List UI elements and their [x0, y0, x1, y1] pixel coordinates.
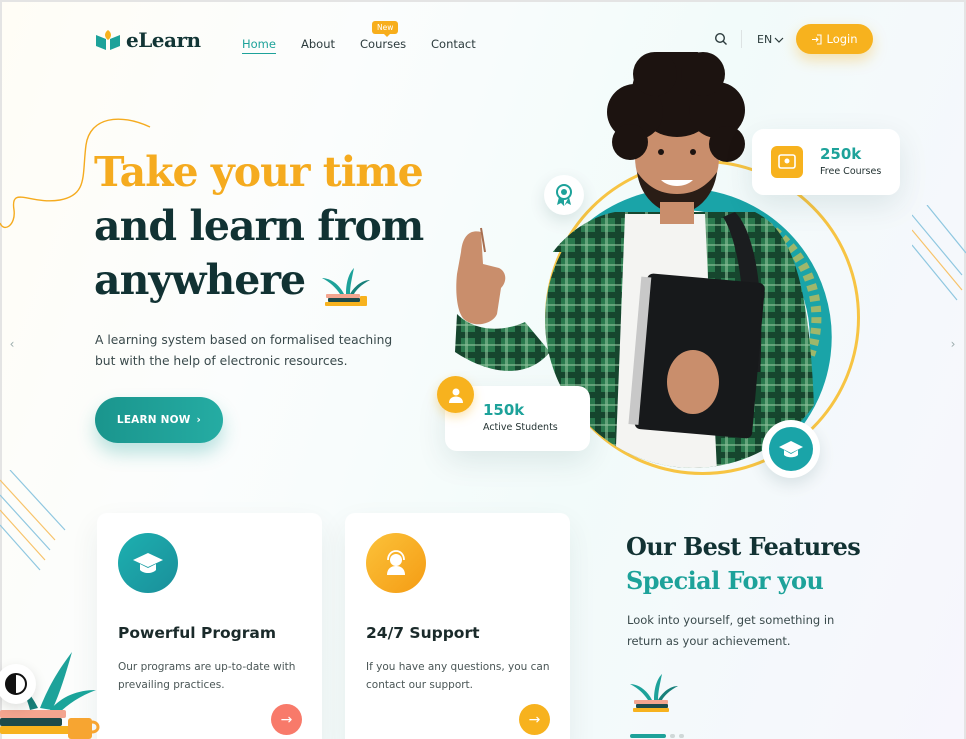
active-students-label: Active Students — [483, 422, 558, 433]
learn-now-label: LEARN NOW — [116, 414, 191, 426]
features-heading-line1: Our Best Features — [626, 532, 861, 561]
hero-description: A learning system based on formalised te… — [95, 333, 393, 368]
arrow-right-icon: → — [280, 711, 293, 728]
brand-logo[interactable]: eLearn — [94, 28, 201, 52]
language-selector[interactable]: EN — [757, 33, 784, 46]
search-button[interactable] — [713, 31, 729, 47]
nav-about[interactable]: About — [301, 37, 335, 51]
features-heading-line2: Special For you — [626, 566, 824, 595]
graduation-cap-icon — [779, 441, 803, 458]
hero-title-line1: Take your time — [94, 148, 424, 196]
support-agent-icon — [366, 533, 426, 593]
plant-books-icon — [322, 268, 370, 306]
carousel-dot[interactable] — [679, 734, 684, 738]
feature-card-arrow-button[interactable]: → — [271, 704, 302, 735]
free-courses-count: 250k — [820, 145, 862, 163]
hero-title-line3: anywhere — [94, 256, 306, 304]
login-icon — [812, 33, 823, 45]
hero-title: Take your time and learn from anywhere — [94, 145, 424, 307]
feature-card-description: If you have any questions, you can conta… — [366, 661, 550, 691]
award-ribbon-icon — [556, 184, 572, 206]
arrow-right-icon: → — [528, 711, 541, 728]
chevron-right-icon: › — [196, 414, 202, 426]
language-label: EN — [757, 33, 773, 46]
active-students-count: 150k — [483, 401, 525, 419]
nav-contact[interactable]: Contact — [431, 37, 476, 51]
plant-books-icon — [630, 674, 678, 712]
carousel-dot-active[interactable] — [630, 734, 666, 738]
nav-home[interactable]: Home — [242, 37, 276, 54]
header-divider — [741, 30, 742, 48]
chevron-right-icon: › — [950, 337, 956, 351]
slider-next-button[interactable]: › — [945, 336, 961, 352]
free-courses-card: 250k Free Courses — [752, 129, 900, 195]
student-avatar-icon — [437, 376, 474, 413]
feature-card-arrow-button[interactable]: → — [519, 704, 550, 735]
chevron-left-icon: ‹ — [9, 337, 15, 351]
features-heading: Our Best Features Special For you — [626, 530, 861, 598]
free-courses-label: Free Courses — [820, 166, 882, 177]
carousel-dots — [630, 734, 684, 738]
carousel-dot[interactable] — [670, 734, 675, 738]
graduation-badge — [762, 420, 820, 478]
hero-title-line2: and learn from — [94, 202, 424, 250]
nav-courses[interactable]: Courses — [360, 37, 406, 51]
book-leaf-icon — [96, 30, 120, 50]
chevron-down-icon — [774, 37, 784, 43]
feature-card-title: 24/7 Support — [366, 624, 480, 642]
award-badge — [544, 175, 584, 215]
login-button[interactable]: Login — [796, 24, 873, 54]
slider-prev-button[interactable]: ‹ — [4, 336, 20, 352]
decorative-stripes-left — [0, 470, 66, 571]
feature-card-description: Our programs are up-to-date with prevail… — [118, 661, 296, 691]
feature-card-support[interactable]: 24/7 Support If you have any questions, … — [345, 513, 570, 739]
feature-card-title: Powerful Program — [118, 624, 276, 642]
search-icon — [714, 32, 727, 45]
contrast-icon — [5, 673, 27, 695]
learn-now-button[interactable]: LEARN NOW › — [95, 397, 223, 443]
login-label: Login — [826, 32, 858, 46]
brand-name: eLearn — [126, 28, 201, 52]
feature-card-program[interactable]: Powerful Program Our programs are up-to-… — [97, 513, 322, 739]
features-description: Look into yourself, get something in ret… — [627, 613, 835, 648]
decorative-stripes-right — [912, 205, 966, 301]
certificate-icon — [771, 146, 803, 178]
graduation-cap-icon — [118, 533, 178, 593]
nav-courses-new-badge: New — [372, 21, 399, 37]
